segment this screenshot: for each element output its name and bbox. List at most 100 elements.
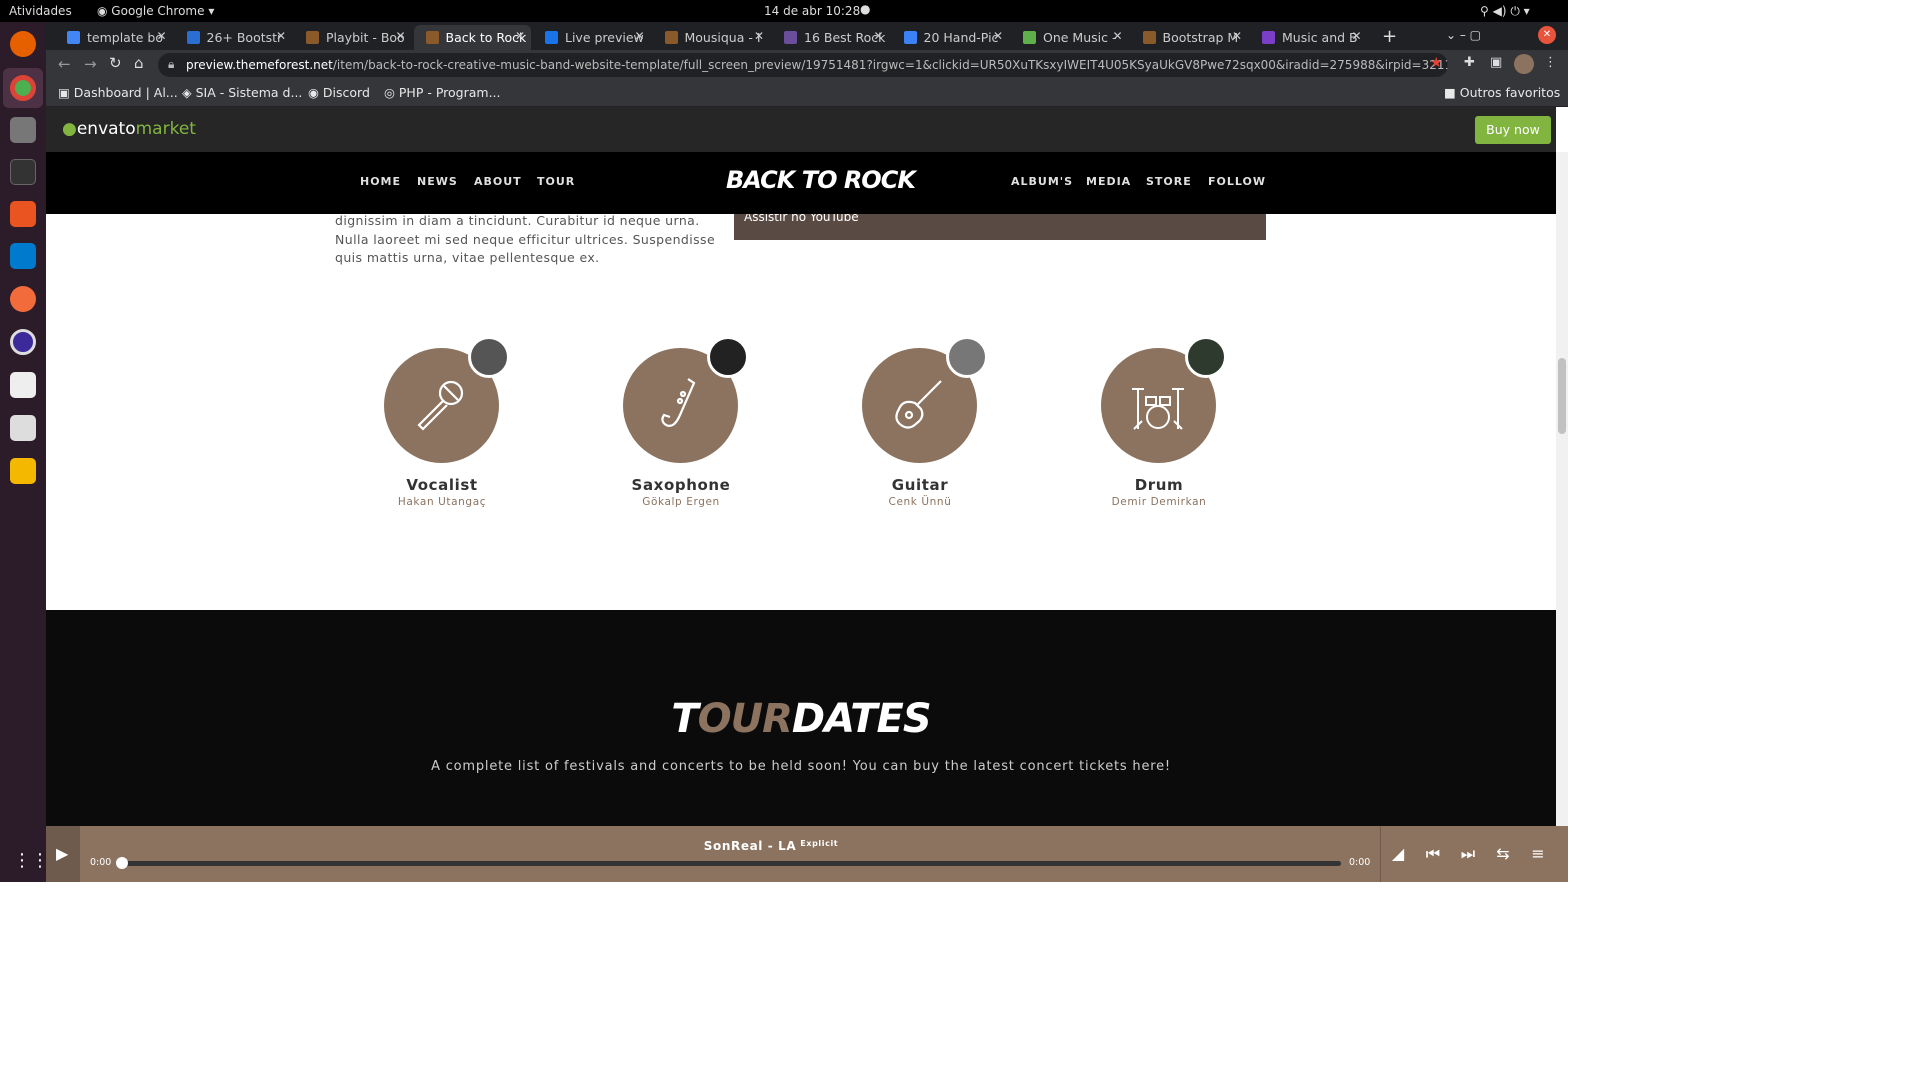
tab[interactable]: One Music - ✕ xyxy=(1011,25,1129,50)
tab-favicon-icon xyxy=(67,31,80,44)
forward-icon[interactable]: → xyxy=(84,55,97,73)
tab-close-icon[interactable]: ✕ xyxy=(156,29,166,43)
bookmark-sia[interactable]: ◈ SIA - Sistema d... xyxy=(182,85,302,100)
tab[interactable]: Mousiqua - I ✕ xyxy=(653,25,771,50)
tab[interactable]: Music and B ✕ xyxy=(1250,25,1368,50)
tab-label: 26+ Bootstr xyxy=(206,30,283,45)
window-controls[interactable]: ⌄ – ▢ xyxy=(1446,28,1481,42)
volume-icon[interactable]: ◢ xyxy=(1380,826,1416,882)
tab-close-icon[interactable]: ✕ xyxy=(1112,29,1122,43)
site-logo[interactable]: BACK TO ROCK xyxy=(726,166,916,194)
bookmark-star-icon[interactable]: ★ xyxy=(1430,55,1443,71)
play-button[interactable]: ▶ xyxy=(46,826,80,882)
tab-favicon-icon xyxy=(1262,31,1275,44)
progress-knob[interactable] xyxy=(116,857,128,869)
tab-close-icon[interactable]: ✕ xyxy=(754,29,764,43)
dock: ⋮⋮⋮ xyxy=(0,22,67,882)
tab[interactable]: 26+ Bootstr ✕ xyxy=(175,25,293,50)
bookmark-dashboard[interactable]: ▣ Dashboard | Al... xyxy=(58,85,178,100)
tab-close-icon[interactable]: ✕ xyxy=(1351,29,1361,43)
eclipse-icon[interactable] xyxy=(10,329,36,355)
nav-albums[interactable]: ALBUM'S xyxy=(1011,175,1073,188)
vscode-icon[interactable] xyxy=(10,243,36,269)
tab-label: Live preview xyxy=(565,30,644,45)
notification-dot-icon: ● xyxy=(860,2,871,16)
track-title: SonReal - LA Explicit xyxy=(703,839,839,853)
document-viewer-icon[interactable] xyxy=(10,415,36,441)
member-role: Guitar xyxy=(891,476,949,494)
tab-close-icon[interactable]: ✕ xyxy=(395,29,405,43)
tab-favicon-icon xyxy=(664,31,678,44)
other-bookmarks[interactable]: ■ Outros favoritos xyxy=(1444,85,1560,100)
tab-close-icon[interactable]: ✕ xyxy=(276,29,286,43)
track-artist: SonReal xyxy=(703,839,763,853)
nav-store[interactable]: STORE xyxy=(1146,175,1192,188)
playlist-icon[interactable]: ≡ xyxy=(1520,826,1556,882)
page-scrollbar[interactable] xyxy=(1556,152,1568,826)
extensions-icon[interactable]: ✚ xyxy=(1464,55,1475,70)
track-song: LA xyxy=(778,839,797,853)
envato-logo[interactable]: ●envatomarket xyxy=(62,119,196,139)
member-name: Gökalp Ergen xyxy=(642,496,720,508)
tab[interactable]: Live preview ✕ xyxy=(533,25,651,50)
tab-close-icon[interactable]: ✕ xyxy=(515,29,525,43)
terminal-icon[interactable] xyxy=(10,159,36,185)
about-text: dignissim in diam a tincidunt. Curabitur… xyxy=(335,213,716,265)
url-bar[interactable]: 🔒︎ preview.themeforest.net/item/back-to-… xyxy=(158,53,1448,77)
postman-icon[interactable] xyxy=(10,286,36,312)
window-close-icon[interactable]: ✕ xyxy=(1538,26,1556,44)
tab[interactable]: Bootstrap M ✕ xyxy=(1131,25,1249,50)
nav-media[interactable]: MEDIA xyxy=(1086,175,1131,188)
member-avatar xyxy=(1185,336,1227,378)
bookmarks-bar: ▣ Dashboard | Al... ◈ SIA - Sistema d...… xyxy=(46,80,1568,107)
nav-home[interactable]: HOME xyxy=(360,175,401,188)
os-top-bar: Atividades ◉ Google Chrome ▾ 14 de abr 1… xyxy=(0,0,1568,22)
profile-avatar[interactable] xyxy=(1514,54,1534,74)
tab-close-icon[interactable]: ✕ xyxy=(993,29,1003,43)
tab-favicon-icon xyxy=(425,31,439,44)
back-icon[interactable]: ← xyxy=(58,55,71,73)
tab[interactable]: 16 Best Rock ✕ xyxy=(772,25,890,50)
nav-about[interactable]: ABOUT xyxy=(474,175,522,188)
next-icon[interactable]: ⏭ xyxy=(1450,826,1486,882)
chrome-icon[interactable] xyxy=(10,75,36,101)
previous-icon[interactable]: ⏮ xyxy=(1415,826,1451,882)
buy-now-button[interactable]: Buy now xyxy=(1475,116,1551,144)
gimp-icon[interactable] xyxy=(10,372,36,398)
clock[interactable]: 14 de abr 10:28 xyxy=(764,4,860,18)
repeat-icon[interactable]: ⇆ xyxy=(1485,826,1521,882)
tour-dates-subtitle: A complete list of festivals and concert… xyxy=(431,759,1171,774)
home-icon[interactable]: ⌂ xyxy=(134,54,144,72)
tab[interactable]: Playbit - Boo ✕ xyxy=(294,25,412,50)
system-tray[interactable]: ⚲ ◀) ⏻ ▾ xyxy=(1480,4,1530,19)
files-icon[interactable] xyxy=(10,117,36,143)
drum-icon xyxy=(1132,388,1184,430)
tab-label: Mousiqua - I xyxy=(684,30,761,45)
tab-favicon-icon xyxy=(186,31,200,44)
activities-button[interactable]: Atividades xyxy=(9,4,72,18)
reload-icon[interactable]: ↻ xyxy=(109,54,122,72)
tab-label: One Music - xyxy=(1043,30,1117,45)
nav-follow[interactable]: FOLLOW xyxy=(1208,175,1266,188)
music-player: ▶ SonReal - LA Explicit 0:00 0:00 ◢ ⏮ ⏭ ⇆… xyxy=(46,826,1568,882)
nav-news[interactable]: NEWS xyxy=(417,175,458,188)
sidebar-icon[interactable]: ▣ xyxy=(1490,55,1502,70)
tab-close-icon[interactable]: ✕ xyxy=(1232,29,1242,43)
bookmark-discord[interactable]: ◉ Discord xyxy=(308,85,370,100)
menu-icon[interactable]: ⋮ xyxy=(1544,55,1557,70)
progress-bar[interactable] xyxy=(119,861,1341,866)
bookmark-php[interactable]: ◎ PHP - Program... xyxy=(384,85,500,100)
tab[interactable]: template bo ✕ xyxy=(55,25,173,50)
app-menu[interactable]: ◉ Google Chrome ▾ xyxy=(97,4,214,18)
scrollbar-thumb[interactable] xyxy=(1558,358,1566,434)
tab-label: 20 Hand-Pic xyxy=(923,30,999,45)
new-tab-icon[interactable]: + xyxy=(1382,26,1397,47)
nav-tour[interactable]: TOUR xyxy=(537,175,575,188)
tab[interactable]: Back to Rock ✕ xyxy=(413,25,531,50)
firefox-icon[interactable] xyxy=(10,31,36,57)
tab[interactable]: 20 Hand-Pic ✕ xyxy=(892,25,1010,50)
software-icon[interactable] xyxy=(10,201,36,227)
tab-close-icon[interactable]: ✕ xyxy=(634,29,644,43)
tab-close-icon[interactable]: ✕ xyxy=(873,29,883,43)
calculator-icon[interactable] xyxy=(10,458,36,484)
